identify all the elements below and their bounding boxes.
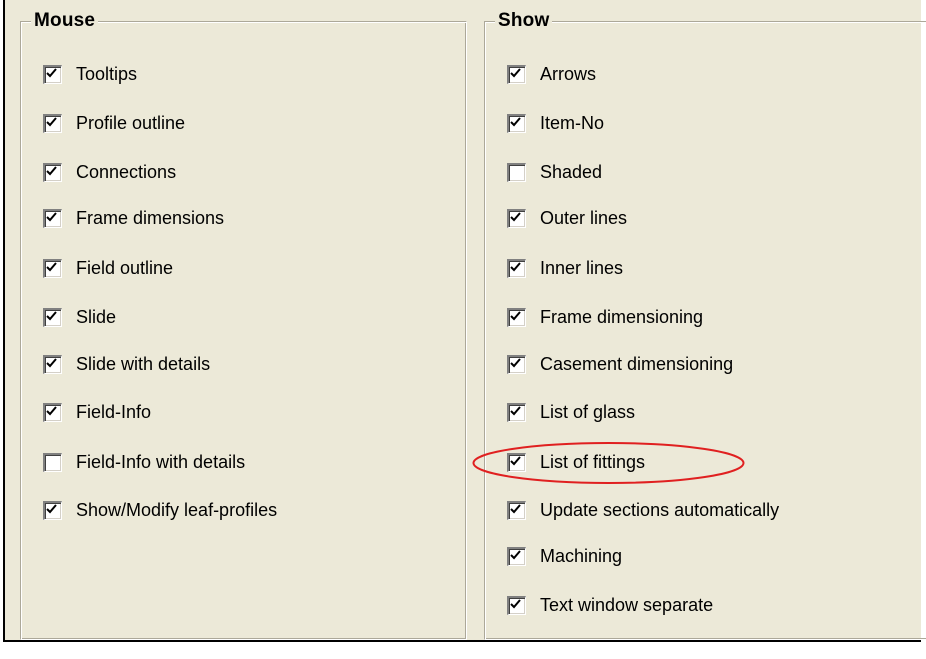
checkbox-box[interactable] bbox=[507, 113, 526, 133]
checkbox-update-sections-automatically[interactable]: Update sections automatically bbox=[507, 498, 779, 522]
checkbox-label: Item-No bbox=[540, 112, 605, 133]
checkbox-label: Casement dimensioning bbox=[540, 353, 734, 374]
check-mark-icon bbox=[510, 357, 521, 367]
checkbox-box[interactable] bbox=[507, 452, 526, 472]
check-mark-icon bbox=[46, 165, 57, 175]
checkbox-label: Show/Modify leaf-profiles bbox=[76, 499, 278, 520]
checkbox-outer-lines[interactable]: Outer lines bbox=[507, 206, 627, 230]
checkbox-arrows[interactable]: Arrows bbox=[507, 62, 596, 86]
checkbox-box[interactable] bbox=[507, 546, 526, 566]
checkbox-show-modify-leaf-profiles[interactable]: Show/Modify leaf-profiles bbox=[43, 498, 277, 522]
checkbox-box[interactable] bbox=[507, 307, 526, 327]
checkbox-label: Slide bbox=[76, 306, 117, 327]
checkbox-label: Outer lines bbox=[540, 207, 628, 228]
checkbox-box[interactable] bbox=[43, 402, 62, 422]
check-mark-icon bbox=[510, 310, 521, 320]
check-mark-icon bbox=[510, 211, 521, 221]
check-mark-icon bbox=[510, 67, 521, 77]
checkbox-label: Field outline bbox=[76, 257, 174, 278]
checkbox-tooltips[interactable]: Tooltips bbox=[43, 62, 137, 86]
checkbox-label: Connections bbox=[76, 161, 177, 182]
checkbox-label: Profile outline bbox=[76, 112, 186, 133]
check-mark-icon bbox=[46, 211, 57, 221]
checkbox-label: Field-Info bbox=[76, 401, 152, 422]
checkbox-field-info-with-details[interactable]: Field-Info with details bbox=[43, 450, 245, 474]
checkbox-machining[interactable]: Machining bbox=[507, 544, 622, 568]
checkbox-label: Machining bbox=[540, 545, 623, 566]
checkbox-list-of-glass[interactable]: List of glass bbox=[507, 400, 635, 424]
options-panel: Mouse Tooltips Profile outline Connectio… bbox=[3, 0, 926, 642]
checkbox-box[interactable] bbox=[43, 354, 62, 374]
checkbox-label: Update sections automatically bbox=[540, 499, 780, 520]
check-mark-icon bbox=[510, 116, 521, 126]
check-mark-icon bbox=[46, 261, 57, 271]
check-mark-icon bbox=[510, 405, 521, 415]
checkbox-box[interactable] bbox=[507, 402, 526, 422]
check-mark-icon bbox=[46, 116, 57, 126]
check-mark-icon bbox=[46, 405, 57, 415]
checkbox-text-window-separate[interactable]: Text window separate bbox=[507, 593, 713, 617]
checkbox-label: List of fittings bbox=[540, 451, 646, 472]
checkbox-field-outline[interactable]: Field outline bbox=[43, 256, 173, 280]
checkbox-profile-outline[interactable]: Profile outline bbox=[43, 111, 185, 135]
checkbox-box[interactable] bbox=[507, 162, 526, 182]
check-mark-icon bbox=[46, 310, 57, 320]
checkbox-box[interactable] bbox=[43, 64, 62, 84]
checkbox-slide-with-details[interactable]: Slide with details bbox=[43, 352, 210, 376]
mouse-groupbox: Mouse Tooltips Profile outline Connectio… bbox=[20, 10, 467, 640]
show-groupbox: Show Arrows Item-No Shaded Outer lines I… bbox=[484, 10, 926, 640]
checkbox-box[interactable] bbox=[507, 258, 526, 278]
checkbox-label: Arrows bbox=[540, 63, 597, 84]
checkbox-box[interactable] bbox=[43, 258, 62, 278]
checkbox-shaded[interactable]: Shaded bbox=[507, 160, 602, 184]
checkbox-box[interactable] bbox=[43, 162, 62, 182]
checkbox-label: Inner lines bbox=[540, 257, 624, 278]
checkbox-connections[interactable]: Connections bbox=[43, 160, 176, 184]
checkbox-label: Tooltips bbox=[76, 63, 138, 84]
checkbox-box[interactable] bbox=[507, 208, 526, 228]
checkbox-label: Text window separate bbox=[540, 594, 714, 615]
check-mark-icon bbox=[510, 598, 521, 608]
check-mark-icon bbox=[46, 357, 57, 367]
checkbox-label: Slide with details bbox=[76, 353, 211, 374]
checkbox-inner-lines[interactable]: Inner lines bbox=[507, 256, 623, 280]
check-mark-icon bbox=[510, 549, 521, 559]
checkbox-label: Frame dimensions bbox=[76, 207, 225, 228]
checkbox-label: Field-Info with details bbox=[76, 451, 246, 472]
checkbox-box[interactable] bbox=[43, 500, 62, 520]
checkbox-box[interactable] bbox=[43, 113, 62, 133]
checkbox-box[interactable] bbox=[507, 500, 526, 520]
mouse-group-title: Mouse bbox=[31, 10, 99, 32]
checkbox-field-info[interactable]: Field-Info bbox=[43, 400, 151, 424]
checkbox-casement-dimensioning[interactable]: Casement dimensioning bbox=[507, 352, 733, 376]
check-mark-icon bbox=[46, 503, 57, 513]
checkbox-list-of-fittings[interactable]: List of fittings bbox=[507, 450, 645, 474]
checkbox-box[interactable] bbox=[507, 354, 526, 374]
checkbox-label: Shaded bbox=[540, 161, 603, 182]
checkbox-box[interactable] bbox=[507, 595, 526, 615]
checkbox-item-no[interactable]: Item-No bbox=[507, 111, 604, 135]
checkbox-box[interactable] bbox=[43, 208, 62, 228]
check-mark-icon bbox=[46, 67, 57, 77]
checkbox-box[interactable] bbox=[43, 452, 62, 472]
show-group-title: Show bbox=[495, 10, 553, 32]
checkbox-label: Frame dimensioning bbox=[540, 306, 704, 327]
check-mark-icon bbox=[510, 261, 521, 271]
checkbox-frame-dimensioning[interactable]: Frame dimensioning bbox=[507, 305, 703, 329]
checkbox-slide[interactable]: Slide bbox=[43, 305, 116, 329]
checkbox-frame-dimensions[interactable]: Frame dimensions bbox=[43, 206, 224, 230]
check-mark-icon bbox=[510, 455, 521, 465]
check-mark-icon bbox=[510, 503, 521, 513]
checkbox-box[interactable] bbox=[507, 64, 526, 84]
checkbox-box[interactable] bbox=[43, 307, 62, 327]
checkbox-label: List of glass bbox=[540, 401, 636, 422]
